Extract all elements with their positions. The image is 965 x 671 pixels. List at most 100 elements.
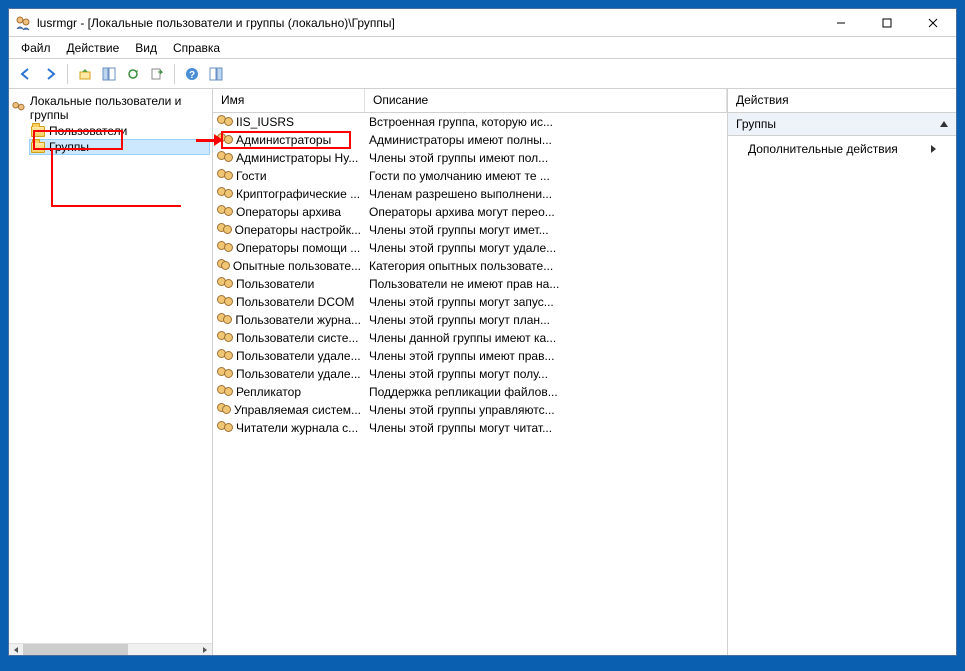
list-row[interactable]: Операторы настройк...Члены этой группы м… [213,221,727,239]
menu-view[interactable]: Вид [127,39,165,57]
back-button[interactable] [15,63,37,85]
group-description: Члены этой группы могут план... [365,313,727,327]
caret-right-icon [203,647,207,653]
list-cell-name: Управляемая систем... [213,403,365,417]
export-button[interactable] [146,63,168,85]
close-button[interactable] [910,9,956,36]
list-cell-name: Администраторы Hy... [213,151,365,165]
group-icon [217,277,233,291]
group-name: Администраторы [236,133,331,147]
group-description: Члены этой группы могут имет... [365,223,727,237]
list-cell-name: Опытные пользовате... [213,259,365,273]
list-cell-name: Читатели журнала с... [213,421,365,435]
list-row[interactable]: Опытные пользовате...Категория опытных п… [213,257,727,275]
group-description: Гости по умолчанию имеют те ... [365,169,727,183]
list-row[interactable]: ПользователиПользователи не имеют прав н… [213,275,727,293]
list-row[interactable]: IIS_IUSRSВстроенная группа, которую ис..… [213,113,727,131]
show-hide-tree-button[interactable] [98,63,120,85]
list-row[interactable]: ГостиГости по умолчанию имеют те ... [213,167,727,185]
group-description: Члены этой группы могут читат... [365,421,727,435]
actions-section-header[interactable]: Группы [728,113,956,136]
list-body: IIS_IUSRSВстроенная группа, которую ис..… [213,113,727,655]
group-description: Члены этой группы имеют прав... [365,349,727,363]
group-icon [217,349,233,363]
minimize-icon [836,18,846,28]
group-name: Администраторы Hy... [236,151,358,165]
tree-root[interactable]: Локальные пользователи и группы [11,93,210,123]
list-row[interactable]: Репликатор Поддержка репликации файлов... [213,383,727,401]
column-header-name[interactable]: Имя [213,89,365,112]
scroll-track[interactable] [23,644,198,655]
menu-file[interactable]: Файл [13,39,59,57]
group-icon [217,259,230,273]
list-row[interactable]: Управляемая систем...Члены этой группы у… [213,401,727,419]
list-cell-name: Администраторы [213,133,365,147]
actions-title: Действия [728,89,956,113]
forward-button[interactable] [39,63,61,85]
group-description: Членам разрешено выполнени... [365,187,727,201]
actions-pane: Действия Группы Дополнительные действия [728,89,956,655]
group-name: Операторы помощи ... [236,241,360,255]
maximize-button[interactable] [864,9,910,36]
help-icon: ? [185,67,199,81]
list-row[interactable]: Операторы помощи ... Члены этой группы мо… [213,239,727,257]
group-icon [217,169,233,183]
export-icon [150,67,164,81]
group-icon [217,313,232,327]
list-row[interactable]: Читатели журнала с...Члены этой группы м… [213,419,727,437]
minimize-button[interactable] [818,9,864,36]
list-row[interactable]: Пользователи DCOMЧлены этой группы могут… [213,293,727,311]
scroll-right-button[interactable] [198,644,212,655]
content: Локальные пользователи и группы Пользова… [9,89,956,655]
group-icon [217,421,233,435]
group-name: Пользователи удале... [236,349,361,363]
window-title: lusrmgr - [Локальные пользователи и груп… [37,16,818,30]
list-row[interactable]: Пользователи удале...Члены этой группы м… [213,365,727,383]
group-icon [217,241,233,255]
tree-hscrollbar[interactable] [9,643,212,655]
group-description: Операторы архива могут перео... [365,205,727,219]
list-row[interactable]: Криптографические ...Членам разрешено вы… [213,185,727,203]
list-row[interactable]: Пользователи систе...Члены данной группы… [213,329,727,347]
column-header-description[interactable]: Описание [365,89,727,112]
tree-pane-icon [102,67,116,81]
tree-item-users[interactable]: Пользователи [29,123,210,139]
group-name: Репликатор [236,385,301,399]
menu-action[interactable]: Действие [59,39,128,57]
up-button[interactable] [74,63,96,85]
toolbar-separator [67,64,68,84]
list-row[interactable]: Администраторы Hy...Члены этой группы им… [213,149,727,167]
menu-help[interactable]: Справка [165,39,228,57]
tree-item-groups[interactable]: Группы [29,139,210,155]
list-cell-name: Гости [213,169,365,183]
group-icon [217,385,233,399]
tree-root-label: Локальные пользователи и группы [30,94,210,122]
show-hide-action-button[interactable] [205,63,227,85]
group-name: Пользователи DCOM [236,295,354,309]
group-description: Поддержка репликации файлов... [365,385,727,399]
help-button[interactable]: ? [181,63,203,85]
refresh-button[interactable] [122,63,144,85]
actions-more-label: Дополнительные действия [748,142,898,156]
list-row[interactable]: Пользователи журна...Члены этой группы м… [213,311,727,329]
chevron-right-icon [931,145,936,153]
group-description: Члены этой группы могут полу... [365,367,727,381]
close-icon [928,18,938,28]
scroll-thumb[interactable] [23,644,128,655]
list-cell-name: Пользователи удале... [213,349,365,363]
scroll-left-button[interactable] [9,644,23,655]
group-description: Члены этой группы могут удале... [365,241,727,255]
group-description: Администраторы имеют полны... [365,133,727,147]
group-name: IIS_IUSRS [236,115,294,129]
list-cell-name: Операторы настройк... [213,223,365,237]
list-row[interactable]: Администраторы Администраторы имеют полны… [213,131,727,149]
list-cell-name: Пользователи систе... [213,331,365,345]
list-row[interactable]: Операторы архиваОператоры архива могут п… [213,203,727,221]
list-cell-name: Пользователи [213,277,365,291]
actions-section-label: Группы [736,117,776,131]
tree-item-label: Группы [49,140,89,154]
actions-more-link[interactable]: Дополнительные действия [728,136,956,162]
group-name: Пользователи [236,277,314,291]
tree-body: Локальные пользователи и группы Пользова… [9,89,212,643]
list-row[interactable]: Пользователи удале... Члены этой группы и… [213,347,727,365]
